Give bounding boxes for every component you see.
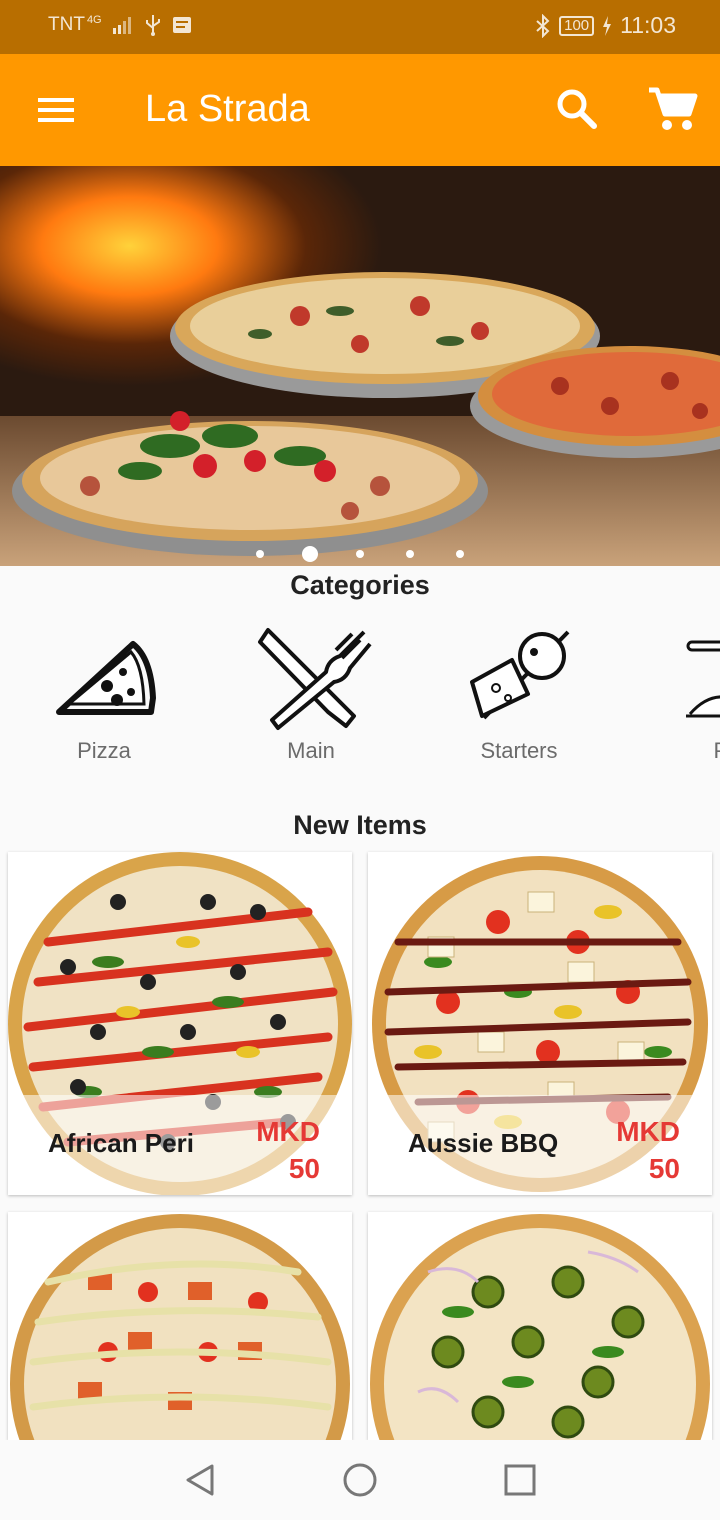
carousel-indicators [0,543,720,565]
item-price: MKD 50 [560,1113,680,1187]
new-items-title: New Items [293,810,427,840]
menu-icon [38,98,74,122]
item-card-aussie-bbq[interactable]: Aussie BBQ MKD 50 [368,852,712,1195]
home-icon [343,1463,377,1497]
knife-fork-icon [258,628,372,730]
pizza-image [10,1214,350,1440]
cart-button[interactable] [645,84,699,134]
network-type: 4G [86,14,102,26]
category-starters[interactable]: Starters [424,620,614,780]
carousel-dot-active[interactable] [302,546,318,562]
search-icon [557,89,597,129]
search-button[interactable] [552,84,602,134]
nav-home-button[interactable] [340,1460,380,1500]
price-currency: MKD [256,1116,320,1147]
notification-icon [172,17,191,33]
price-currency: MKD [616,1116,680,1147]
usb-icon [145,15,160,36]
status-right: 100 11:03 [535,12,676,39]
pasta-plate-icon [686,640,720,718]
pizza-image [370,1214,710,1440]
app-title: La Strada [145,88,310,130]
carousel-dot[interactable] [256,550,264,558]
battery-level: 100 [564,16,590,34]
hero-carousel[interactable] [0,166,720,566]
carousel-dot[interactable] [406,550,414,558]
category-label: Main [287,738,335,763]
status-bar: TNT 4G 100 11:03 [0,0,720,54]
recents-icon [504,1464,536,1496]
category-label: Pa [632,738,720,764]
cart-icon [649,87,698,130]
pizza-slice-icon [56,641,156,715]
screen: TNT 4G 100 11:03 La Strada Categories Pi… [0,0,720,1520]
signal-icon [112,17,131,34]
skewer-icon [470,630,570,720]
category-main[interactable]: Main [216,620,406,780]
item-card-4[interactable] [368,1212,712,1440]
charging-icon [603,15,612,36]
item-card-african-peri[interactable]: African Peri MKD 50 [8,852,352,1195]
item-price: MKD 50 [200,1113,320,1187]
category-label: Starters [480,738,558,763]
bluetooth-icon [536,13,550,38]
item-name: African Peri [48,1128,194,1158]
carrier-label: TNT [48,14,85,35]
app-bar: La Strada [0,54,720,166]
nav-back-button[interactable] [180,1460,220,1500]
status-left: TNT 4G [48,14,192,36]
category-pizza[interactable]: Pizza [9,620,199,780]
system-nav-bar [0,1440,720,1520]
battery-indicator: 100 [559,15,595,36]
carousel-dot[interactable] [456,550,464,558]
price-value: 50 [648,1153,680,1184]
menu-button[interactable] [30,88,82,132]
price-value: 50 [288,1153,320,1184]
nav-recents-button[interactable] [500,1460,540,1500]
hero-image [0,166,720,566]
carousel-dot[interactable] [356,550,364,558]
category-label: Pizza [77,738,131,763]
categories-title: Categories [290,570,430,600]
category-pasta[interactable]: Pa [632,620,720,780]
item-card-3[interactable] [8,1212,352,1440]
clock: 11:03 [620,12,676,38]
back-icon [186,1464,214,1496]
item-name: Aussie BBQ [408,1128,559,1158]
